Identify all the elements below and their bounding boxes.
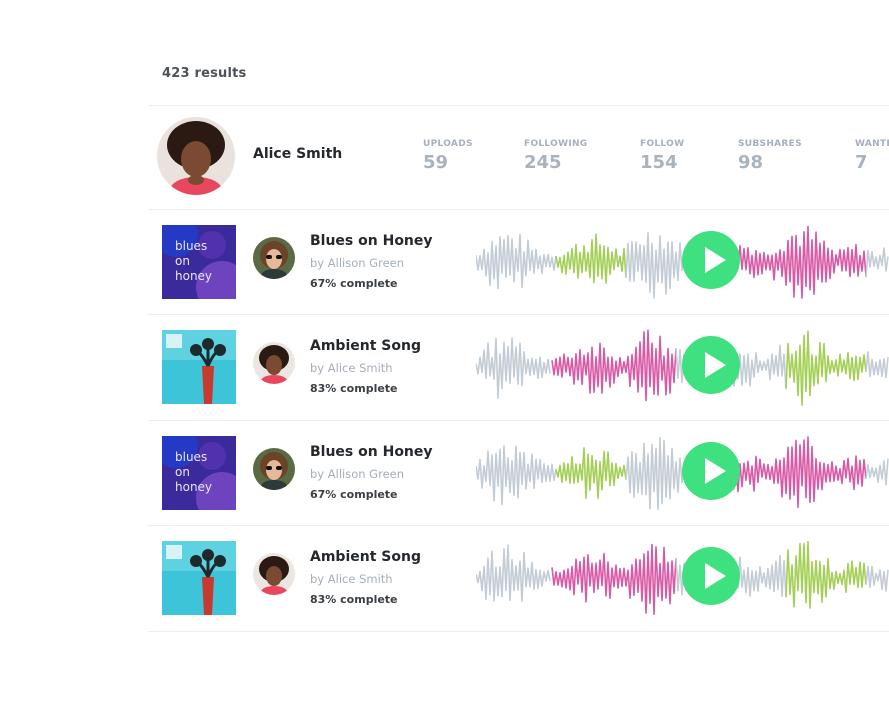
track-title[interactable]: Blues on Honey — [310, 233, 433, 249]
stat-label: FOLLOW — [640, 139, 685, 149]
waveform-segment — [865, 458, 889, 486]
stat-value: 245 — [524, 152, 562, 173]
stat-label: FOLLOWING — [524, 139, 588, 149]
stat-value: 154 — [640, 152, 678, 173]
results-count: 423 results — [162, 66, 247, 81]
waveform-segment — [865, 351, 889, 379]
play-icon — [705, 458, 726, 484]
waveform-segment — [551, 543, 677, 616]
waveform-segment — [476, 337, 551, 399]
stat-value: 59 — [423, 152, 449, 173]
track-artist[interactable]: by Alice Smith — [310, 361, 393, 375]
track-row[interactable]: blues on honey Blues on Honey by Allison G… — [148, 209, 889, 314]
track-row[interactable]: blues on honey Blues on Honey by Allison G… — [148, 420, 889, 525]
stat-subshares[interactable]: SUBSHARES 98 — [738, 139, 802, 173]
waveform-segment — [476, 233, 557, 290]
play-icon — [705, 352, 726, 378]
track-artist[interactable]: by Alice Smith — [310, 572, 393, 586]
track-row[interactable]: Ambient Song by Alice Smith 83% complete — [148, 525, 889, 630]
stat-label: SUBSHARES — [738, 139, 802, 149]
profile-avatar[interactable] — [157, 117, 235, 195]
track-title[interactable]: Blues on Honey — [310, 444, 433, 460]
track-progress: 83% complete — [310, 593, 398, 606]
artist-avatar[interactable] — [253, 237, 295, 279]
track-progress: 67% complete — [310, 277, 398, 290]
play-button[interactable] — [682, 231, 740, 289]
artist-avatar[interactable] — [253, 553, 295, 595]
waveform-segment — [785, 330, 867, 406]
waveform-segment — [735, 436, 867, 509]
track-progress: 67% complete — [310, 488, 398, 501]
stat-label: WANTED — [855, 139, 889, 149]
album-cover[interactable]: blues on honey — [162, 225, 236, 299]
waveform-segment — [865, 565, 889, 592]
artist-avatar[interactable] — [253, 448, 295, 490]
album-cover[interactable] — [162, 541, 236, 615]
track-row[interactable]: Ambient Song by Alice Smith 83% complete — [148, 314, 889, 419]
waveform-segment — [555, 447, 627, 499]
album-cover[interactable]: blues on honey — [162, 436, 236, 510]
cover-text: blues on honey — [175, 239, 213, 283]
play-button[interactable] — [682, 336, 740, 394]
waveform-segment — [735, 225, 867, 299]
cover-text: blues on honey — [175, 450, 213, 494]
track-artist[interactable]: by Allison Green — [310, 256, 404, 270]
track-title[interactable]: Ambient Song — [310, 549, 421, 565]
track-artist[interactable]: by Allison Green — [310, 467, 404, 481]
waveform-segment — [476, 544, 551, 602]
waveform-segment — [865, 247, 889, 278]
play-button[interactable] — [682, 547, 740, 605]
stat-wanted[interactable]: WANTED 7 — [855, 139, 889, 173]
waveform-segment — [555, 233, 627, 284]
stat-label: UPLOADS — [423, 139, 473, 149]
track-progress: 83% complete — [310, 382, 398, 395]
stat-value: 98 — [738, 152, 764, 173]
profile-name[interactable]: Alice Smith — [253, 146, 342, 162]
waveform-segment — [551, 329, 677, 402]
stat-following[interactable]: FOLLOWING 245 — [524, 139, 588, 173]
play-icon — [705, 247, 726, 273]
track-title[interactable]: Ambient Song — [310, 338, 421, 354]
divider — [148, 631, 889, 632]
waveform-segment — [785, 540, 867, 609]
stat-uploads[interactable]: UPLOADS 59 — [423, 139, 473, 173]
play-button[interactable] — [682, 442, 740, 500]
stat-follow[interactable]: FOLLOW 154 — [640, 139, 684, 173]
waveform-segment — [476, 445, 557, 506]
stat-value: 7 — [855, 152, 868, 173]
artist-avatar[interactable] — [253, 342, 295, 384]
divider — [148, 105, 889, 106]
album-cover[interactable] — [162, 330, 236, 404]
play-icon — [705, 563, 726, 589]
